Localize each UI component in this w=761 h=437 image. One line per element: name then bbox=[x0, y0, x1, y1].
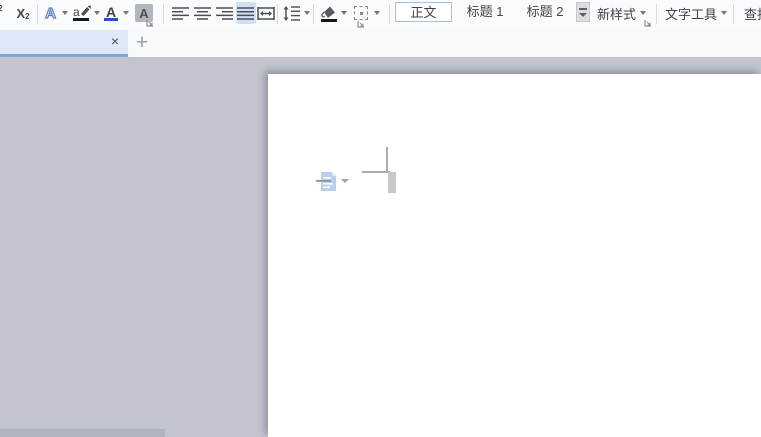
chevron-down-icon bbox=[304, 11, 310, 15]
chevron-down-icon bbox=[341, 11, 347, 15]
align-right-icon bbox=[216, 6, 233, 20]
new-style-button[interactable]: 新样式 bbox=[594, 2, 649, 24]
distributed-align-button[interactable] bbox=[256, 2, 276, 24]
align-left-button[interactable] bbox=[171, 2, 191, 24]
borders-icon bbox=[354, 6, 368, 20]
text-effects-button[interactable]: A bbox=[41, 2, 60, 24]
document-tab[interactable]: × bbox=[0, 30, 128, 57]
line-spacing-dropdown[interactable] bbox=[302, 2, 312, 24]
paragraph-layout-icon bbox=[316, 172, 336, 191]
formatting-toolbar: X2 X2 A a A A bbox=[0, 0, 761, 31]
align-center-icon bbox=[194, 6, 211, 20]
align-center-button[interactable] bbox=[193, 2, 213, 24]
subscript-script: 2 bbox=[25, 12, 30, 21]
distributed-align-icon bbox=[257, 6, 275, 20]
toolbar-separator bbox=[163, 4, 164, 24]
font-color-icon: A bbox=[101, 4, 121, 23]
justify-icon bbox=[237, 6, 254, 20]
chevron-down-icon bbox=[579, 12, 587, 17]
dialog-launcher-icon bbox=[357, 21, 364, 28]
tab-close-icon[interactable]: × bbox=[106, 33, 124, 51]
document-tabbar: × + bbox=[0, 30, 761, 57]
paragraph-layout-button[interactable] bbox=[316, 171, 340, 192]
dialog-launcher-icon bbox=[146, 20, 153, 27]
borders-dropdown[interactable] bbox=[372, 2, 382, 24]
find-replace-button[interactable]: 查找 bbox=[741, 2, 761, 24]
chevron-down-icon bbox=[94, 11, 100, 15]
more-styles-icon bbox=[579, 7, 587, 10]
style-item-body[interactable]: 正文 bbox=[395, 2, 452, 22]
chevron-down-icon bbox=[640, 11, 647, 15]
justify-button[interactable] bbox=[236, 2, 256, 24]
shading-fill-button[interactable] bbox=[317, 2, 339, 24]
toolbar-separator bbox=[277, 4, 278, 24]
paragraph-layout-dropdown-icon[interactable] bbox=[341, 179, 349, 183]
align-right-button[interactable] bbox=[215, 2, 235, 24]
style-item-heading2[interactable]: 标题 2 bbox=[517, 2, 573, 22]
styles-gallery-more-button[interactable] bbox=[576, 2, 590, 22]
character-shading-letter: A bbox=[139, 5, 149, 21]
highlight-color-bar bbox=[73, 17, 89, 21]
chevron-down-icon bbox=[62, 11, 68, 15]
text-tools-label: 文字工具 bbox=[665, 6, 718, 22]
document-page[interactable] bbox=[268, 74, 761, 437]
line-spacing-icon bbox=[283, 5, 300, 21]
style-item-label: 正文 bbox=[410, 5, 437, 20]
text-effects-icon: A bbox=[44, 4, 56, 22]
toolbar-separator bbox=[656, 4, 657, 24]
chevron-down-icon bbox=[721, 11, 728, 15]
toolbar-separator bbox=[733, 4, 734, 24]
document-area bbox=[0, 57, 761, 437]
highlight-color-button[interactable]: a bbox=[71, 2, 92, 24]
toolbar-separator bbox=[313, 4, 314, 24]
find-replace-label: 查找 bbox=[744, 6, 761, 22]
font-dialog-launcher[interactable] bbox=[146, 19, 154, 27]
toolbar-separator bbox=[37, 4, 38, 24]
new-style-label: 新样式 bbox=[597, 6, 637, 22]
chevron-down-icon bbox=[123, 11, 129, 15]
chevron-down-icon bbox=[374, 11, 380, 15]
new-tab-button[interactable]: + bbox=[132, 32, 152, 54]
styles-dialog-launcher[interactable] bbox=[644, 19, 652, 27]
paint-bucket-icon bbox=[320, 6, 337, 22]
subscript-label: X bbox=[16, 5, 26, 21]
text-effects-dropdown[interactable] bbox=[60, 2, 70, 24]
subscript-button[interactable]: X2 bbox=[11, 2, 35, 24]
style-item-label: 标题 1 bbox=[466, 4, 504, 19]
toolbar-separator bbox=[389, 4, 390, 24]
superscript-button[interactable]: X2 bbox=[0, 2, 8, 24]
dialog-launcher-icon bbox=[644, 20, 651, 27]
shading-fill-dropdown[interactable] bbox=[339, 2, 349, 24]
horizontal-scrollbar-thumb[interactable] bbox=[0, 429, 165, 437]
superscript-script: 2 bbox=[0, 4, 3, 13]
font-color-dropdown[interactable] bbox=[121, 2, 131, 24]
align-left-icon bbox=[172, 6, 189, 20]
text-tools-button[interactable]: 文字工具 bbox=[662, 2, 730, 24]
font-color-button[interactable]: A bbox=[101, 2, 121, 24]
margin-mark-vertical bbox=[386, 147, 388, 173]
pen-icon bbox=[81, 5, 91, 16]
text-cursor bbox=[388, 172, 396, 193]
line-spacing-button[interactable] bbox=[281, 2, 302, 24]
style-item-heading1[interactable]: 标题 1 bbox=[456, 2, 514, 22]
paragraph-dialog-launcher[interactable] bbox=[357, 20, 365, 28]
style-item-label: 标题 2 bbox=[526, 4, 564, 19]
highlight-icon: a bbox=[72, 4, 91, 23]
